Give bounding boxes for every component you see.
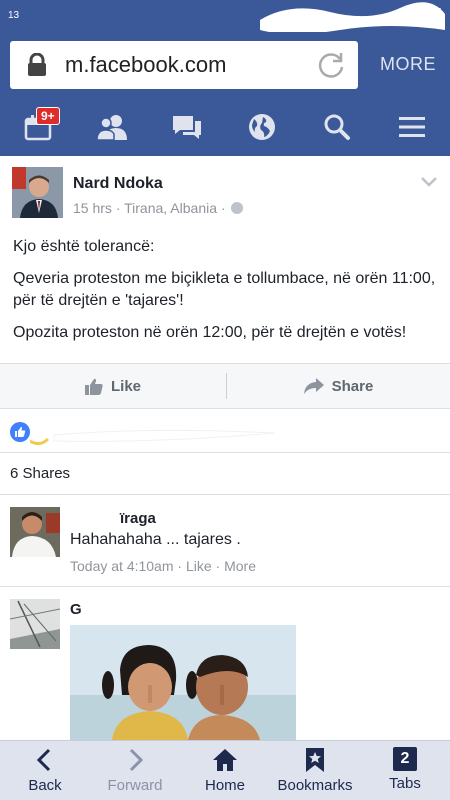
shares-row[interactable]: 6 Shares — [0, 453, 450, 495]
messages-icon — [173, 116, 201, 139]
like-button[interactable]: Like — [0, 364, 226, 408]
commenter-name[interactable]: G — [70, 601, 82, 618]
notification-badge: 9+ — [36, 107, 60, 125]
author-photo — [12, 167, 63, 218]
reactions-summary[interactable] — [0, 409, 450, 453]
meta-dot: · — [215, 558, 225, 574]
tabs-button[interactable]: 2 Tabs — [380, 741, 430, 800]
back-label: Back — [28, 777, 62, 794]
post-meta: 15 hrs · Tirana, Albania · — [73, 200, 244, 216]
forward-button[interactable]: Forward — [100, 741, 170, 800]
comment-more-link[interactable]: More — [224, 558, 256, 574]
url-text: m.facebook.com — [65, 52, 227, 77]
post-actions: Like Share — [0, 363, 450, 409]
reload-icon[interactable] — [316, 50, 346, 80]
status-clock: M — [428, 6, 442, 23]
chevron-down-icon[interactable] — [420, 176, 438, 188]
menu-tab[interactable] — [382, 98, 442, 156]
meta-dot: · — [177, 558, 186, 574]
privacy-globe-icon — [231, 202, 244, 214]
comment-like-link[interactable]: Like — [186, 558, 212, 574]
post-location[interactable]: Tirana, Albania — [124, 200, 217, 216]
shares-count: 6 Shares — [10, 465, 71, 482]
facebook-nav-bar: 9+ — [0, 98, 450, 156]
more-button[interactable]: MORE — [372, 54, 444, 75]
redaction-scribble — [260, 2, 445, 32]
commenter-avatar[interactable] — [10, 599, 60, 649]
globe-tab[interactable] — [232, 98, 292, 156]
address-bar[interactable]: m.facebook.com — [10, 41, 358, 89]
comment-time: Today at 4:10am — [70, 558, 174, 574]
bookmark-icon — [306, 748, 324, 772]
tabs-label: Tabs — [389, 775, 421, 792]
comment-meta: Today at 4:10am · Like · More — [70, 558, 256, 574]
menu-icon — [399, 117, 425, 137]
back-button[interactable]: Back — [20, 741, 70, 800]
meta-dot: · — [220, 200, 230, 216]
commenter-name-text: ïraga — [120, 510, 156, 527]
comment: ïraga Hahahahaha ... tajares . Today at … — [0, 495, 450, 587]
commenter-name[interactable]: ïraga — [70, 509, 156, 527]
comment: G — [0, 587, 450, 740]
share-arrow-icon — [303, 378, 324, 394]
friends-icon — [96, 115, 127, 140]
share-button[interactable]: Share — [227, 364, 450, 408]
commenter-photo — [10, 507, 60, 557]
forward-label: Forward — [107, 777, 163, 794]
comment-image — [70, 625, 296, 740]
like-reaction-icon — [10, 422, 30, 442]
comment-text: Hahahahaha ... tajares . — [70, 531, 241, 548]
commenter-photo — [10, 599, 60, 649]
bookmarks-label: Bookmarks — [277, 777, 353, 794]
forward-arrow-icon — [129, 748, 144, 772]
status-notification-count: 13 — [8, 10, 20, 21]
home-icon — [213, 749, 237, 771]
post-paragraph: Kjo është tolerancë: — [13, 238, 155, 255]
thumbs-up-icon — [84, 378, 103, 395]
status-bar: 13 M — [0, 0, 450, 32]
globe-icon — [249, 114, 275, 140]
like-label: Like — [110, 377, 141, 395]
home-label: Home — [204, 777, 245, 794]
redaction-scribble — [30, 429, 276, 446]
tabs-icon: 2 — [393, 747, 417, 771]
messages-tab[interactable] — [157, 98, 217, 156]
meta-dot: · — [115, 200, 125, 216]
home-button[interactable]: Home — [196, 741, 254, 800]
author-avatar[interactable] — [12, 167, 63, 218]
browser-bottom-bar: Back Forward Home Bookmarks 2 Tabs — [0, 740, 450, 800]
author-name[interactable]: Nard Ndoka — [73, 175, 163, 193]
search-tab[interactable] — [307, 98, 367, 156]
bookmarks-button[interactable]: Bookmarks — [272, 741, 358, 800]
friends-tab[interactable] — [82, 98, 142, 156]
post-paragraph: Opozita proteston në orën 12:00, për të … — [13, 324, 407, 341]
browser-toolbar: m.facebook.com MORE — [0, 32, 450, 98]
news-feed-tab[interactable]: 9+ — [8, 98, 68, 156]
share-label: Share — [331, 377, 374, 395]
post-text: Kjo është tolerancë: Qeveria proteston m… — [13, 236, 443, 354]
post-paragraph: Qeveria proteston me biçikleta e tollumb… — [13, 270, 436, 309]
commenter-avatar[interactable] — [10, 507, 60, 557]
comment-photo[interactable] — [70, 625, 296, 740]
post-time[interactable]: 15 hrs — [73, 200, 112, 216]
search-icon — [324, 114, 350, 140]
back-arrow-icon — [36, 748, 51, 772]
lock-icon — [28, 53, 46, 76]
